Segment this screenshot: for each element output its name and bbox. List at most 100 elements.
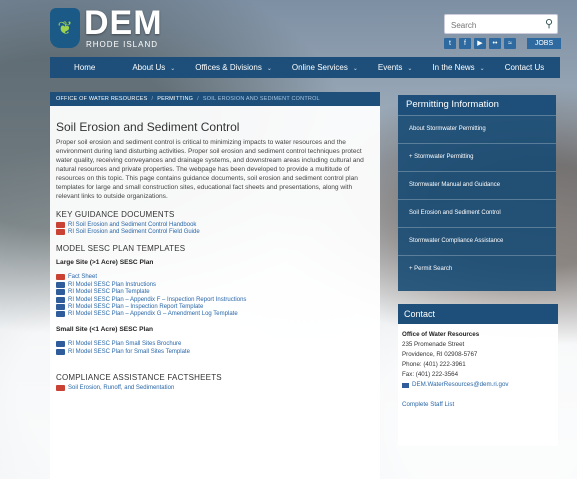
flickr-icon[interactable]: ••: [489, 38, 501, 49]
envelope-icon: [402, 382, 409, 388]
pdf-icon: [56, 384, 65, 391]
word-doc-icon: [56, 289, 65, 296]
chevron-down-icon: ⌄: [407, 66, 413, 72]
contact-email-link[interactable]: DEM.WaterResources@dem.ri.gov: [402, 380, 558, 390]
nav-offices-divisions[interactable]: Offices & Divisions ⌄: [185, 63, 282, 72]
templates-heading: MODEL SESC PLAN TEMPLATES: [56, 244, 186, 254]
facebook-icon[interactable]: f: [459, 38, 471, 49]
permitting-info-panel: Permitting Information About Stormwater …: [398, 95, 556, 291]
link-label: RI Model SESC Plan Instructions: [68, 281, 157, 288]
link-label: Fact Sheet: [68, 274, 98, 281]
contact-body: Office of Water Resources 235 Promenade …: [398, 324, 558, 410]
breadcrumb-water-resources[interactable]: OFFICE OF WATER RESOURCES: [56, 96, 147, 102]
permit-soil-erosion[interactable]: Soil Erosion and Sediment Control: [398, 199, 556, 227]
nav-about-us[interactable]: About Us ⌄: [122, 63, 185, 72]
contact-fax: Fax: (401) 222-3564: [402, 371, 459, 378]
permit-compliance-assistance[interactable]: Stormwater Compliance Assistance: [398, 227, 556, 255]
youtube-icon[interactable]: ▶: [474, 38, 486, 49]
contact-street: 235 Promenade Street: [402, 341, 465, 348]
chevron-down-icon: ⌄: [266, 66, 272, 72]
link-small-sites-brochure[interactable]: RI Model SESC Plan Small Sites Brochure: [56, 341, 380, 348]
link-fact-sheet[interactable]: Fact Sheet: [56, 274, 380, 281]
link-label: RI Model SESC Plan – Inspection Report T…: [68, 303, 204, 310]
breadcrumb-current: SOIL EROSION AND SEDIMENT CONTROL: [202, 96, 320, 102]
search-box[interactable]: ⚲: [444, 14, 558, 35]
jobs-button[interactable]: JOBS: [527, 38, 561, 49]
nav-news-label: In the News: [432, 63, 475, 72]
nav-contact-us[interactable]: Contact Us: [495, 63, 555, 72]
nav-events[interactable]: Events ⌄: [368, 63, 423, 72]
contact-title: Contact: [398, 304, 558, 324]
pdf-icon: [56, 222, 65, 228]
main-nav: Home About Us ⌄ Offices & Divisions ⌄ Onli…: [50, 57, 560, 78]
nav-online-services-label: Online Services: [291, 63, 348, 72]
breadcrumb-separator: /: [151, 96, 154, 102]
link-label: RI Model SESC Plan – Appendix G – Amendm…: [68, 311, 238, 318]
jobs-label: JOBS: [534, 40, 554, 47]
word-doc-icon: [56, 303, 65, 310]
brand-title[interactable]: DEM: [84, 6, 163, 40]
permit-about-stormwater[interactable]: About Stormwater Permitting: [398, 115, 556, 143]
nav-offices-label: Offices & Divisions: [195, 63, 262, 72]
link-label: RI Model SESC Plan Small Sites Brochure: [68, 341, 182, 348]
pdf-icon: [56, 229, 65, 236]
search-input[interactable]: [449, 16, 543, 35]
contact-panel: Contact Office of Water Resources 235 Pr…: [398, 304, 558, 446]
permit-stormwater-permitting[interactable]: + Stormwater Permitting: [398, 143, 556, 171]
nav-events-label: Events: [377, 63, 403, 72]
link-appendix-f[interactable]: RI Model SESC Plan – Appendix F – Inspec…: [56, 296, 380, 303]
chevron-down-icon: ⌄: [170, 66, 176, 72]
chevron-down-icon: ⌄: [352, 66, 358, 72]
breadcrumb: OFFICE OF WATER RESOURCES / PERMITTING /…: [50, 92, 380, 106]
link-plan-template[interactable]: RI Model SESC Plan Template: [56, 289, 380, 296]
link-label: RI Model SESC Plan Template: [68, 289, 150, 296]
contact-city: Providence, RI 02908-5767: [402, 351, 478, 358]
breadcrumb-permitting[interactable]: PERMITTING: [157, 96, 193, 102]
contact-office: Office of Water Resources: [402, 331, 480, 338]
dem-logo-icon[interactable]: ❦: [50, 8, 80, 48]
link-small-sites-template[interactable]: RI Model SESC Plan for Small Sites Templ…: [56, 348, 380, 355]
permit-search[interactable]: + Permit Search: [398, 255, 556, 283]
link-inspection-template[interactable]: RI Model SESC Plan – Inspection Report T…: [56, 303, 380, 310]
nav-contact-label: Contact Us: [504, 63, 545, 72]
word-doc-icon: [56, 296, 65, 303]
nav-in-the-news[interactable]: In the News ⌄: [422, 63, 494, 72]
permitting-title: Permitting Information: [398, 95, 556, 115]
main-content: OFFICE OF WATER RESOURCES / PERMITTING /…: [50, 92, 380, 479]
chevron-down-icon: ⌄: [479, 66, 485, 72]
nav-home-label: Home: [74, 63, 96, 72]
link-label: RI Soil Erosion and Sediment Control Fie…: [68, 229, 200, 236]
nav-online-services[interactable]: Online Services ⌄: [282, 63, 368, 72]
word-doc-icon: [56, 341, 65, 348]
word-doc-icon: [56, 281, 65, 288]
guidance-heading: KEY GUIDANCE DOCUMENTS: [56, 210, 175, 219]
small-site-heading: Small Site (<1 Acre) SESC Plan: [56, 326, 154, 334]
staff-list-link[interactable]: Complete Staff List: [402, 400, 558, 410]
contact-email: DEM.WaterResources@dem.ri.gov: [412, 381, 509, 388]
link-plan-instructions[interactable]: RI Model SESC Plan Instructions: [56, 281, 380, 288]
link-sesc-handbook[interactable]: RI Soil Erosion and Sediment Control Han…: [56, 222, 380, 228]
word-doc-icon: [56, 311, 65, 318]
page-title: Soil Erosion and Sediment Control: [56, 120, 240, 134]
intro-paragraph: Proper soil erosion and sediment control…: [56, 139, 364, 200]
nav-about-us-label: About Us: [132, 63, 166, 72]
link-soil-erosion-runoff[interactable]: Soil Erosion, Runoff, and Sedimentation: [56, 384, 380, 391]
link-sesc-field-guide[interactable]: RI Soil Erosion and Sediment Control Fie…: [56, 229, 380, 236]
contact-phone: Phone: (401) 222-3961: [402, 361, 466, 368]
site-header: ❦ DEM RHODE ISLAND ⚲ t f ▶ •• ≈ JOBS: [0, 0, 577, 56]
nav-home[interactable]: Home: [50, 63, 122, 72]
word-doc-icon: [56, 348, 65, 355]
link-appendix-g[interactable]: RI Model SESC Plan – Appendix G – Amendm…: [56, 311, 380, 318]
rss-icon[interactable]: ≈: [504, 38, 516, 49]
twitter-icon[interactable]: t: [444, 38, 456, 49]
link-label: RI Model SESC Plan for Small Sites Templ…: [68, 348, 190, 355]
brand-subtitle: RHODE ISLAND: [86, 40, 159, 49]
large-site-heading: Large Site (>1 Acre) SESC Plan: [56, 259, 154, 267]
link-label: RI Soil Erosion and Sediment Control Han…: [68, 222, 197, 228]
link-label: RI Model SESC Plan – Appendix F – Inspec…: [68, 296, 247, 303]
search-icon[interactable]: ⚲: [545, 17, 553, 30]
pdf-icon: [56, 274, 65, 281]
breadcrumb-separator: /: [197, 96, 199, 102]
permit-manual-guidance[interactable]: Stormwater Manual and Guidance: [398, 171, 556, 199]
compliance-heading: COMPLIANCE ASSISTANCE FACTSHEETS: [56, 372, 222, 382]
